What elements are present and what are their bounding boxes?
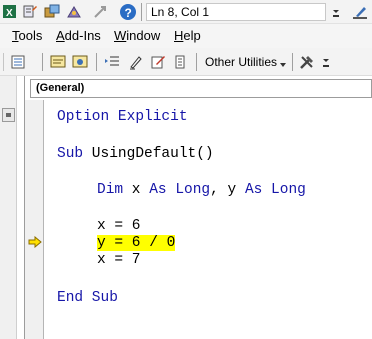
- menu-window-label: indow: [126, 28, 161, 43]
- code-text: UsingDefault(): [83, 146, 214, 162]
- toolbar-separator: [292, 53, 293, 71]
- code-line-x-assign[interactable]: x = 6: [97, 217, 141, 235]
- toggle-breakpoint-icon[interactable]: [128, 54, 144, 70]
- indent-icon[interactable]: [104, 54, 120, 70]
- keyword: End Sub: [57, 290, 118, 306]
- code-line-option-explicit[interactable]: Option Explicit: [57, 108, 188, 126]
- code-line-x-assign-2[interactable]: x = 7: [97, 251, 141, 269]
- quick-info-icon[interactable]: [50, 54, 66, 70]
- highlighted-statement: y = 6 / 0: [97, 235, 176, 251]
- object-combo-box[interactable]: (General): [30, 79, 372, 98]
- menu-addins-accel: A: [56, 28, 65, 43]
- edit-toolbar: [0, 48, 372, 76]
- toolbar-overflow-icon[interactable]: [322, 56, 330, 70]
- toolbar-grip: [3, 53, 4, 71]
- keyword: As Long: [149, 182, 211, 198]
- design-tools-icon[interactable]: [352, 4, 368, 20]
- other-utilities-button[interactable]: Other Utilities: [205, 53, 277, 71]
- code-text: x: [123, 182, 150, 198]
- code-line-current-statement[interactable]: y = 6 / 0: [97, 234, 176, 252]
- menu-window[interactable]: Window: [114, 28, 160, 44]
- code-line-sub-declaration[interactable]: Sub UsingDefault(): [57, 145, 214, 163]
- bookmarks-icon[interactable]: [172, 54, 188, 70]
- cursor-position-status: Ln 8, Col 1: [146, 3, 326, 21]
- keyword: As Long: [244, 182, 306, 198]
- code-line-end-sub[interactable]: End Sub: [57, 289, 118, 307]
- menu-addins-label: dd-Ins: [64, 28, 101, 43]
- code-text: x = 7: [97, 252, 141, 268]
- help-icon[interactable]: ?: [119, 3, 137, 21]
- svg-text:?: ?: [125, 6, 132, 20]
- menu-tools[interactable]: Tools: [12, 28, 42, 44]
- code-line-dim[interactable]: Dim x As Long, y As Long: [97, 181, 306, 199]
- toolbar-separator: [42, 53, 43, 71]
- keyword: Sub: [57, 146, 84, 162]
- properties-icon[interactable]: [22, 4, 38, 20]
- menu-tools-label: ools: [18, 28, 43, 43]
- svg-text:X: X: [6, 8, 13, 19]
- toolbar-separator: [196, 53, 197, 71]
- object-browser-icon[interactable]: [44, 4, 60, 20]
- menu-addins[interactable]: Add-Ins: [56, 28, 101, 44]
- comment-block-icon[interactable]: [150, 54, 166, 70]
- execution-pointer-icon: [28, 235, 42, 249]
- standard-toolbar: X ? Ln 8, Col 1: [0, 0, 372, 24]
- menu-help[interactable]: Help: [174, 28, 201, 44]
- keyword: Option Explicit: [57, 109, 188, 125]
- tools-icon[interactable]: [298, 53, 316, 71]
- menu-bar: Tools Add-Ins Window Help: [0, 24, 372, 48]
- excel-icon[interactable]: X: [2, 4, 16, 20]
- toolbar-separator: [96, 53, 97, 71]
- list-properties-icon[interactable]: [10, 54, 26, 70]
- indicator-margin[interactable]: [25, 100, 44, 339]
- code-text: x = 6: [97, 218, 141, 234]
- toolbar-overflow-icon[interactable]: [331, 6, 341, 20]
- menu-help-label: elp: [183, 28, 201, 43]
- code-text: , y: [210, 182, 245, 198]
- design-mode-icon[interactable]: [92, 4, 108, 20]
- toolbar-separator: [141, 3, 142, 21]
- menu-help-accel: H: [174, 28, 184, 43]
- keyword: Dim: [97, 182, 124, 198]
- scroll-down-button[interactable]: [2, 108, 15, 122]
- dropdown-arrow-icon[interactable]: [279, 58, 287, 67]
- parameter-info-icon[interactable]: [72, 54, 88, 70]
- menu-window-accel: W: [114, 28, 127, 43]
- toolbox-icon[interactable]: [66, 4, 82, 20]
